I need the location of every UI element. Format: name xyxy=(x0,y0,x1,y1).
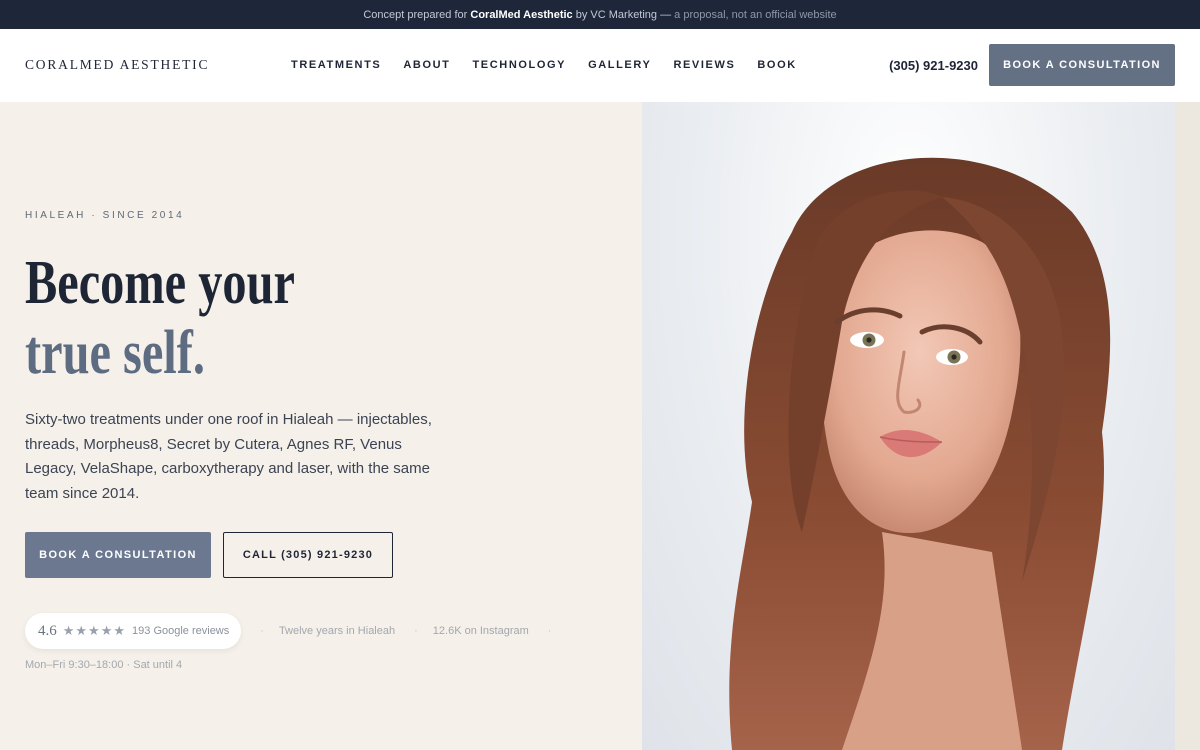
nav-about[interactable]: ABOUT xyxy=(403,59,450,71)
social-proof-row: 4.6 ★★★★★ 193 Google reviews · Twelve ye… xyxy=(25,613,566,649)
nav-gallery[interactable]: GALLERY xyxy=(588,59,651,71)
banner-brand: CoralMed Aesthetic xyxy=(470,8,573,21)
headline-line-1: Become your xyxy=(25,249,295,317)
hero-section: HIALEAH · SINCE 2014 Become your true se… xyxy=(0,102,1200,750)
nav-reviews[interactable]: REVIEWS xyxy=(673,59,735,71)
site-logo[interactable]: CORALMED AESTHETIC xyxy=(25,57,209,73)
hero-call-button[interactable]: CALL (305) 921-9230 xyxy=(223,532,393,578)
hero-eyebrow: HIALEAH · SINCE 2014 xyxy=(25,210,185,221)
star-rating-icon: ★★★★★ xyxy=(62,623,127,638)
instagram-followers: 12.6K on Instagram xyxy=(432,625,529,637)
opening-hours: Mon–Fri 9:30–18:00 · Sat until 4 xyxy=(25,659,183,671)
hero-portrait-image xyxy=(642,102,1175,750)
separator-dot: · xyxy=(547,625,552,637)
banner-middle: by VC Marketing — xyxy=(575,8,672,21)
banner-suffix: a proposal, not an official website xyxy=(674,8,837,21)
review-count: 193 Google reviews xyxy=(132,625,230,637)
banner-prefix: Concept prepared for xyxy=(363,8,468,21)
hero-right-edge xyxy=(1175,102,1200,750)
hero-book-consultation-button[interactable]: BOOK A CONSULTATION xyxy=(25,532,211,578)
header-phone-link[interactable]: (305) 921-9230 xyxy=(889,58,978,73)
headline-line-2: true self. xyxy=(25,319,205,387)
site-header: CORALMED AESTHETIC TREATMENTS ABOUT TECH… xyxy=(0,29,1200,102)
google-rating-badge[interactable]: 4.6 ★★★★★ 193 Google reviews xyxy=(25,613,242,649)
concept-banner: Concept prepared for CoralMed Aesthetic … xyxy=(0,0,1200,29)
nav-technology[interactable]: TECHNOLOGY xyxy=(472,59,566,71)
separator-dot: · xyxy=(414,625,418,637)
portrait-illustration xyxy=(729,157,1111,750)
hero-headline: Become your true self. xyxy=(25,248,295,388)
rating-value: 4.6 xyxy=(38,622,57,639)
nav-treatments[interactable]: TREATMENTS xyxy=(291,59,381,71)
hero-description: Sixty-two treatments under one roof in H… xyxy=(25,411,432,502)
header-book-consultation-button[interactable]: BOOK A CONSULTATION xyxy=(989,44,1175,86)
years-in-hialeah: Twelve years in Hialeah xyxy=(278,625,396,637)
nav-book[interactable]: BOOK xyxy=(757,59,796,71)
main-nav: TREATMENTS ABOUT TECHNOLOGY GALLERY REVI… xyxy=(291,59,797,71)
separator-dot: · xyxy=(260,625,264,637)
